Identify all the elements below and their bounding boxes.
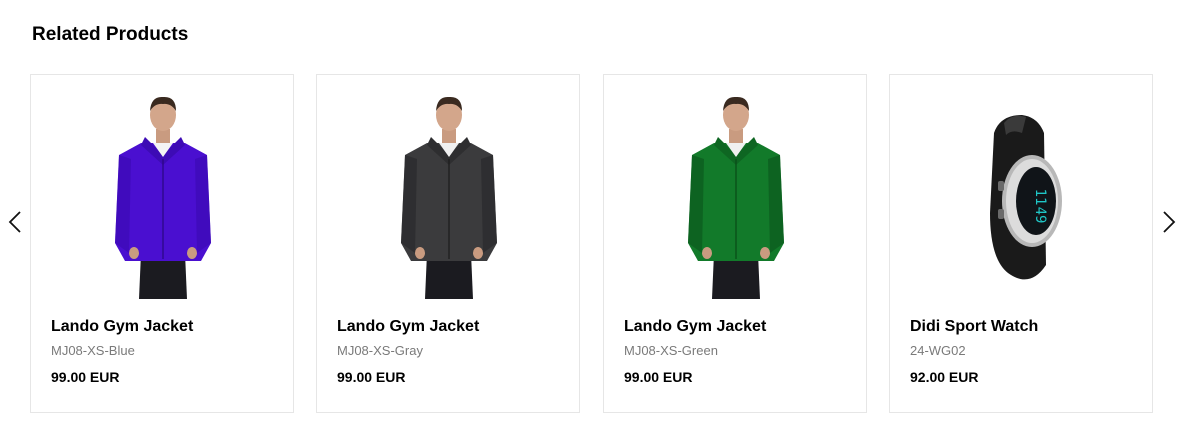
chevron-left-icon[interactable]	[6, 205, 26, 239]
related-products-section: Related Products Lando Gym Jacket MJ08-X…	[0, 0, 1186, 445]
svg-text:49: 49	[1032, 207, 1048, 224]
product-image[interactable]	[101, 93, 225, 299]
product-name[interactable]: Didi Sport Watch	[910, 317, 1038, 337]
watch-display-digits: 11	[1032, 189, 1048, 206]
product-image[interactable]: 11 49	[960, 93, 1084, 299]
product-name[interactable]: Lando Gym Jacket	[624, 317, 766, 337]
product-card[interactable]: 11 49 Didi Sport Watch 24-WG02 92.00 EUR	[889, 74, 1153, 413]
product-price: 99.00 EUR	[51, 369, 120, 385]
product-price: 92.00 EUR	[910, 369, 979, 385]
product-sku: MJ08-XS-Blue	[51, 343, 135, 358]
product-sku: MJ08-XS-Green	[624, 343, 718, 358]
product-image[interactable]	[674, 93, 798, 299]
product-card[interactable]: Lando Gym Jacket MJ08-XS-Blue 99.00 EUR	[30, 74, 294, 413]
product-price: 99.00 EUR	[337, 369, 406, 385]
product-name[interactable]: Lando Gym Jacket	[51, 317, 193, 337]
section-title: Related Products	[32, 24, 189, 45]
product-image[interactable]	[387, 93, 511, 299]
product-price: 99.00 EUR	[624, 369, 693, 385]
product-card[interactable]: Lando Gym Jacket MJ08-XS-Gray 99.00 EUR	[316, 74, 580, 413]
product-card[interactable]: Lando Gym Jacket MJ08-XS-Green 99.00 EUR	[603, 74, 867, 413]
product-sku: MJ08-XS-Gray	[337, 343, 423, 358]
product-name[interactable]: Lando Gym Jacket	[337, 317, 479, 337]
chevron-right-icon[interactable]	[1158, 205, 1178, 239]
product-sku: 24-WG02	[910, 343, 966, 358]
